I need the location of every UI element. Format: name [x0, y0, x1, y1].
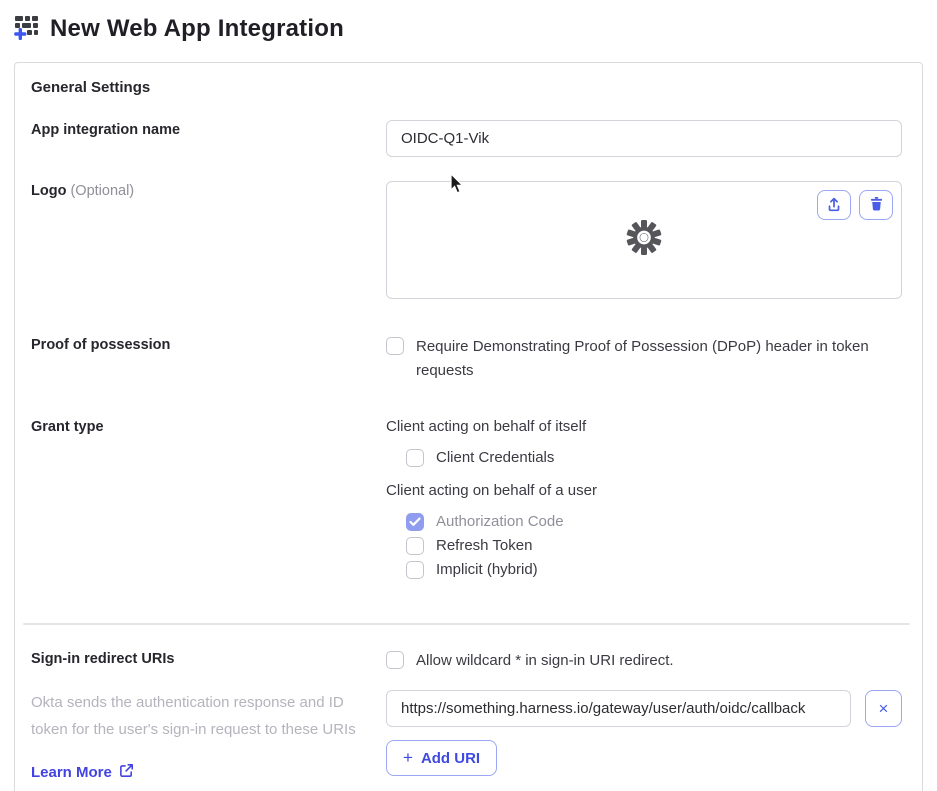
add-uri-label: Add URI — [420, 749, 481, 767]
signin-redirect-uris-description: Okta sends the authentication response a… — [31, 694, 356, 738]
dpop-checkbox[interactable] — [386, 337, 404, 355]
upload-logo-button[interactable] — [817, 190, 851, 220]
signin-redirect-uris-label: Sign-in redirect URIs — [31, 651, 175, 667]
trash-icon — [868, 195, 885, 215]
uri-input-row: × — [386, 690, 902, 727]
refresh-token-checkbox[interactable] — [406, 537, 424, 555]
section-heading: General Settings — [31, 79, 151, 96]
remove-uri-button[interactable]: × — [865, 690, 902, 727]
logo-row: Logo (Optional) — [31, 181, 902, 299]
signin-redirect-uris-row: Sign-in redirect URIs Okta sends the aut… — [31, 647, 902, 791]
implicit-hybrid-label: Implicit (hybrid) — [436, 561, 538, 578]
grant-type-row: Grant type Client acting on behalf of it… — [31, 417, 902, 593]
app-name-label: App integration name — [31, 122, 181, 138]
redirect-uri-input[interactable] — [386, 690, 851, 727]
grant-type-options: Client acting on behalf of itself Client… — [386, 417, 902, 593]
general-settings-card: General Settings App integration name Lo… — [14, 62, 923, 791]
logo-dropzone[interactable] — [386, 181, 902, 299]
client-credentials-checkbox[interactable] — [406, 449, 424, 467]
external-link-icon — [119, 763, 134, 782]
page-header: New Web App Integration — [0, 0, 937, 45]
add-uri-button[interactable]: + Add URI — [386, 740, 498, 776]
delete-logo-button[interactable] — [859, 190, 893, 220]
refresh-token-label: Refresh Token — [436, 537, 533, 554]
grant-type-label: Grant type — [31, 419, 104, 435]
authorization-code-checkbox[interactable] — [406, 513, 424, 531]
close-icon: × — [878, 699, 889, 718]
grant-group-heading-itself: Client acting on behalf of itself — [386, 418, 587, 435]
proof-of-possession-row: Proof of possession Require Demonstratin… — [31, 335, 902, 383]
page-title: New Web App Integration — [50, 15, 344, 42]
app-name-row: App integration name — [31, 120, 902, 157]
plus-icon: + — [403, 748, 413, 767]
implicit-hybrid-checkbox[interactable] — [406, 561, 424, 579]
section-divider — [23, 623, 910, 625]
learn-more-link[interactable]: Learn More — [31, 763, 386, 782]
gear-icon — [624, 218, 664, 263]
grant-group-heading-user: Client acting on behalf of a user — [386, 482, 597, 499]
signin-redirect-uris-left: Sign-in redirect URIs Okta sends the aut… — [31, 647, 386, 782]
upload-icon — [825, 195, 843, 216]
learn-more-label: Learn More — [31, 764, 112, 781]
wildcard-checkbox-label: Allow wildcard * in sign-in URI redirect… — [416, 652, 674, 669]
dpop-checkbox-label: Require Demonstrating Proof of Possessio… — [416, 338, 869, 379]
proof-of-possession-label: Proof of possession — [31, 337, 171, 353]
check-icon — [409, 517, 421, 526]
app-name-input[interactable] — [386, 120, 902, 157]
logo-optional-text: (Optional) — [70, 183, 135, 199]
app-grid-plus-icon — [14, 13, 40, 45]
logo-label: Logo (Optional) — [31, 181, 386, 199]
authorization-code-label: Authorization Code — [436, 513, 564, 530]
logo-label-text: Logo — [31, 183, 67, 199]
wildcard-checkbox[interactable] — [386, 651, 404, 669]
signin-redirect-uris-right: Allow wildcard * in sign-in URI redirect… — [386, 647, 902, 791]
client-credentials-label: Client Credentials — [436, 449, 555, 466]
